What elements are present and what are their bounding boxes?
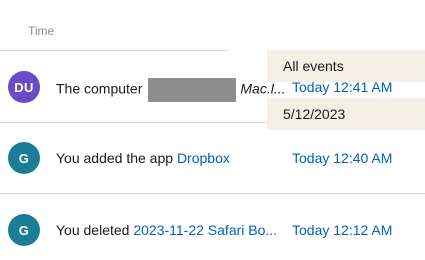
header-divider xyxy=(0,50,228,51)
redacted-block xyxy=(148,78,237,102)
event-time[interactable]: Today 12:12 AM xyxy=(292,221,392,239)
event-description: The computer Mac.l... xyxy=(56,78,286,102)
event-description: You added the app Dropbox xyxy=(56,149,230,167)
avatar: DU xyxy=(8,71,40,103)
file-link[interactable]: 2023-11-22 Safari Bo... xyxy=(133,222,277,238)
avatar: G xyxy=(8,142,40,174)
avatar: G xyxy=(8,214,40,246)
event-type-filter[interactable]: All events xyxy=(267,50,425,82)
activity-page: Time DU The computer Mac.l... Today 12:41… xyxy=(0,0,425,260)
event-text: You deleted xyxy=(56,222,130,238)
event-row[interactable]: G You added the app Dropbox Today 12:40 … xyxy=(0,123,425,193)
event-text: The computer xyxy=(56,80,143,97)
event-description: You deleted 2023-11-22 Safari Bo... xyxy=(56,221,288,239)
event-text: You added the app xyxy=(56,150,174,166)
event-row[interactable]: G You deleted 2023-11-22 Safari Bo... To… xyxy=(0,194,425,260)
app-link[interactable]: Dropbox xyxy=(177,150,230,166)
date-filter[interactable]: 5/12/2023 xyxy=(267,98,425,130)
event-time[interactable]: Today 12:40 AM xyxy=(292,149,392,167)
filter-dropdown: All events 5/12/2023 xyxy=(267,50,425,130)
time-column-header[interactable]: Time xyxy=(28,24,54,38)
